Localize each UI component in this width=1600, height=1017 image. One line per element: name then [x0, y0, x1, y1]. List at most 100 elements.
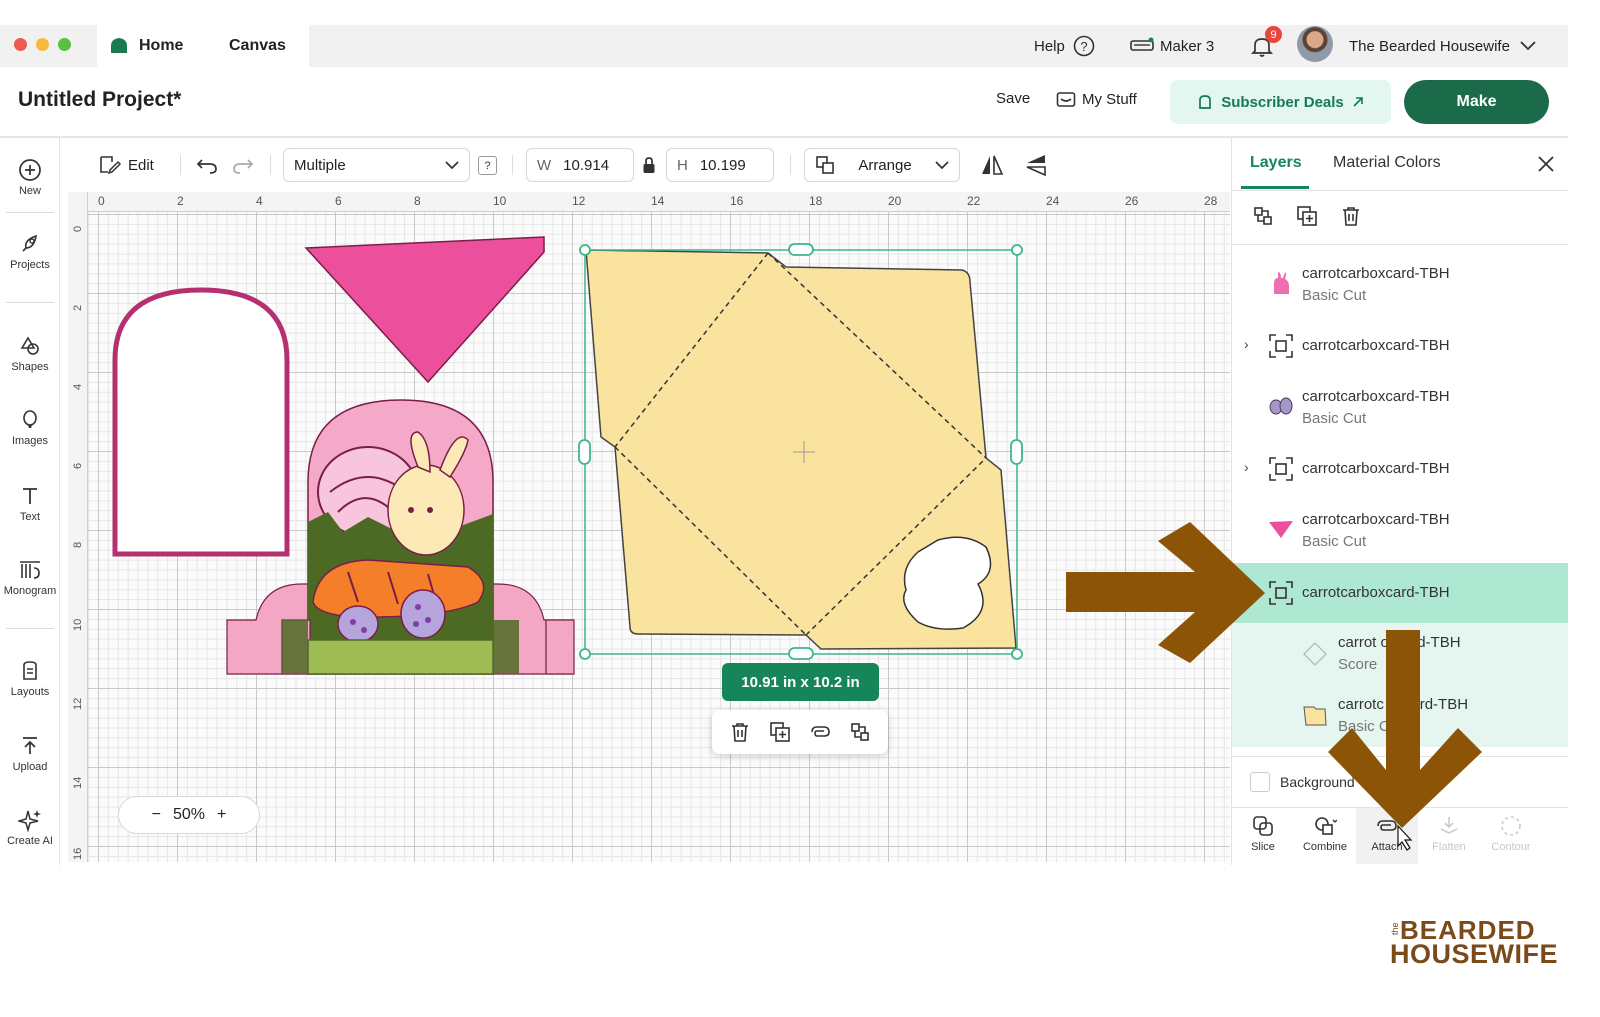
tab-material-colors[interactable]: Material Colors: [1333, 154, 1441, 172]
project-title[interactable]: Untitled Project*: [18, 88, 181, 112]
save-button[interactable]: Save: [996, 90, 1030, 107]
layer-row[interactable]: carrotcarboxcard-TBH Basic Cut: [1232, 500, 1568, 560]
zoom-in-button[interactable]: +: [217, 806, 226, 824]
chevron-down-icon: [445, 160, 459, 169]
triangle-shape[interactable]: [304, 236, 545, 384]
undo-button[interactable]: [196, 148, 218, 182]
layer-row-child[interactable]: carrotc oxcard-TBH Basic C: [1232, 685, 1568, 747]
width-field[interactable]: W 10.914: [526, 148, 634, 182]
nav-text[interactable]: Text: [0, 484, 60, 523]
redo-button[interactable]: [232, 148, 254, 182]
expand-chevron-icon[interactable]: ›: [1244, 336, 1249, 352]
nav-projects[interactable]: Projects: [0, 232, 60, 271]
nav-divider: [6, 212, 54, 213]
expand-chevron-icon[interactable]: ›: [1244, 459, 1249, 475]
save-label: Save: [996, 90, 1031, 107]
monogram-icon: [20, 561, 40, 579]
design-canvas[interactable]: [68, 192, 1230, 862]
arrange-icon: [816, 156, 834, 174]
nav-images[interactable]: Images: [0, 408, 60, 447]
group-icon[interactable]: [849, 721, 871, 743]
layer-name: carrot oxcard-TBH: [1338, 634, 1461, 651]
layer-row[interactable]: carrotcarboxcard-TBH Basic Cut: [1232, 377, 1568, 437]
delete-layer-button[interactable]: [1340, 205, 1362, 232]
nav-shapes[interactable]: Shapes: [0, 334, 60, 373]
avatar[interactable]: [1297, 26, 1333, 62]
nav-new[interactable]: New: [0, 158, 60, 197]
group-layers-button[interactable]: [1252, 205, 1274, 232]
collapse-chevron-icon[interactable]: ⌄: [1244, 583, 1256, 600]
minimize-window-button[interactable]: [36, 38, 49, 51]
duplicate-layer-button[interactable]: [1296, 205, 1318, 232]
nav-monogram[interactable]: Monogram: [0, 558, 60, 597]
shapes-icon: [20, 336, 39, 355]
tab-home[interactable]: Home: [97, 25, 203, 67]
layer-row-selected[interactable]: ⌄ carrotcarboxcard-TBH: [1232, 563, 1568, 623]
arrange-select[interactable]: Arrange: [804, 148, 960, 182]
folder-icon: [1056, 92, 1076, 107]
edit-button[interactable]: Edit: [98, 148, 154, 182]
layer-operation: Basic Cut: [1302, 410, 1367, 427]
layer-name: carrotcarboxcard-TBH: [1302, 511, 1450, 528]
arch-shape[interactable]: [112, 287, 290, 557]
layer-row[interactable]: › carrotcarboxcard-TBH: [1232, 316, 1568, 376]
help-button[interactable]: Help ?: [1034, 25, 1095, 67]
home-icon: [111, 38, 127, 53]
zoom-out-button[interactable]: −: [152, 806, 161, 824]
nav-new-label: New: [18, 185, 41, 197]
layer-row[interactable]: carrotcarboxcard-TBH Basic Cut: [1232, 254, 1568, 314]
lock-icon: [643, 157, 655, 173]
height-field[interactable]: H 10.199: [666, 148, 774, 182]
slice-button[interactable]: Slice: [1232, 808, 1294, 864]
nav-upload[interactable]: Upload: [0, 734, 60, 773]
operation-help-button[interactable]: ?: [478, 156, 497, 175]
flip-horizontal-button[interactable]: [980, 148, 1004, 182]
duplicate-icon[interactable]: [769, 721, 791, 743]
ruler-tick: 0: [72, 225, 84, 232]
flip-vertical-button[interactable]: [1024, 148, 1048, 182]
tab-layers[interactable]: Layers: [1250, 154, 1302, 172]
combine-button[interactable]: Combine: [1294, 808, 1356, 864]
machine-selector[interactable]: Maker 3: [1130, 25, 1214, 67]
ruler-tick: 14: [651, 194, 665, 208]
tab-canvas[interactable]: Canvas: [203, 25, 309, 67]
slice-icon: [1253, 816, 1273, 836]
ruler-tick: 14: [72, 776, 84, 789]
trash-icon[interactable]: [729, 721, 751, 743]
nav-create-ai[interactable]: Create AI: [0, 808, 60, 847]
my-stuff-button[interactable]: My Stuff: [1056, 90, 1137, 108]
user-menu[interactable]: The Bearded Housewife: [1349, 25, 1536, 67]
background-checkbox[interactable]: [1250, 772, 1270, 792]
layouts-icon: [23, 661, 37, 680]
close-window-button[interactable]: [14, 38, 27, 51]
flatten-button[interactable]: Flatten: [1418, 808, 1480, 864]
balloon-icon: [23, 410, 37, 428]
contour-button[interactable]: Contour: [1480, 808, 1542, 864]
operation-select[interactable]: Multiple: [283, 148, 470, 182]
make-button[interactable]: Make: [1404, 80, 1549, 124]
ruler-tick: 22: [967, 194, 981, 208]
layer-name: carrotc oxcard-TBH: [1338, 696, 1469, 713]
attach-button[interactable]: Attach: [1356, 808, 1418, 864]
layer-row[interactable]: › carrotcarboxcard-TBH: [1232, 439, 1568, 499]
subscriber-deals-button[interactable]: Subscriber Deals: [1170, 80, 1391, 124]
ruler-tick: 16: [730, 194, 744, 208]
envelope-shape[interactable]: [578, 243, 1023, 660]
close-panel-button[interactable]: [1537, 155, 1555, 178]
width-value: 10.914: [563, 156, 610, 174]
external-link-icon: [1353, 97, 1363, 107]
attach-icon[interactable]: [809, 721, 831, 743]
eggs-thumbnail-icon: [1269, 397, 1293, 415]
nav-layouts[interactable]: Layouts: [0, 659, 60, 698]
tag-icon: [1199, 95, 1212, 109]
svg-text:?: ?: [1080, 39, 1087, 54]
size-badge: 10.91 in x 10.2 in: [722, 663, 879, 701]
ruler-tick: 10: [72, 618, 84, 631]
toolbar-divider: [270, 155, 271, 175]
layer-row-child[interactable]: carrot oxcard-TBH Score: [1232, 623, 1568, 685]
lock-aspect-button[interactable]: [642, 148, 656, 182]
attach-icon: [1377, 820, 1397, 831]
bunny-thumbnail-icon: [1274, 272, 1289, 294]
maximize-window-button[interactable]: [58, 38, 71, 51]
background-toggle[interactable]: Background: [1250, 772, 1355, 792]
